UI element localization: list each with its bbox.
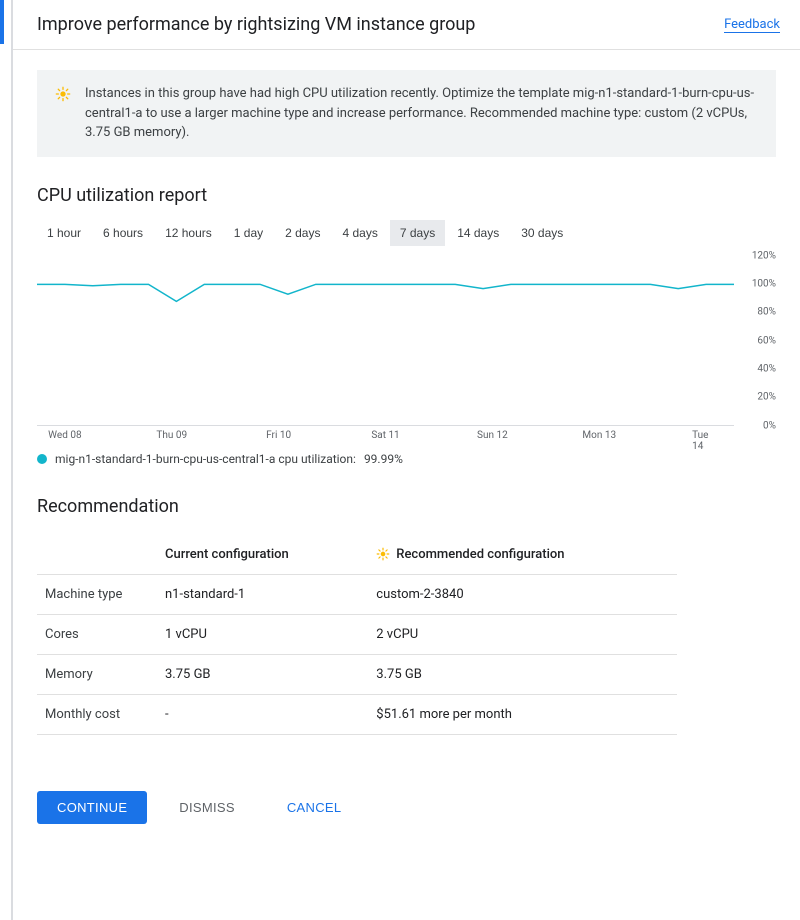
row-current: n1-standard-1 [157, 574, 368, 614]
x-axis-tick: Fri 10 [266, 430, 291, 441]
table-row: Monthly cost-$51.61 more per month [37, 694, 677, 734]
y-axis-tick: 60% [757, 335, 776, 346]
row-recommended: custom-2-3840 [368, 574, 677, 614]
table-header-current: Current configuration [157, 535, 368, 575]
row-recommended: 3.75 GB [368, 654, 677, 694]
row-recommended: 2 vCPU [368, 614, 677, 654]
y-axis-labels: 0%20%40%60%80%100%120% [738, 256, 776, 426]
row-recommended: $51.61 more per month [368, 694, 677, 734]
chart-legend: mig-n1-standard-1-burn-cpu-us-central1-a… [37, 452, 776, 466]
x-axis-tick: Mon 13 [582, 430, 616, 441]
time-range-tab[interactable]: 14 days [447, 220, 509, 246]
background-page-sliver [0, 0, 12, 920]
x-axis-tick: Wed 08 [48, 430, 81, 441]
time-range-tab[interactable]: 1 hour [37, 220, 91, 246]
row-current: 1 vCPU [157, 614, 368, 654]
y-axis-tick: 80% [757, 307, 776, 318]
y-axis-tick: 120% [752, 250, 776, 261]
recommendation-alert: Instances in this group have had high CP… [37, 70, 776, 157]
table-row: Machine typen1-standard-1custom-2-3840 [37, 574, 677, 614]
row-label: Machine type [37, 574, 157, 614]
y-axis-tick: 100% [752, 278, 776, 289]
y-axis-tick: 20% [757, 392, 776, 403]
row-label: Cores [37, 614, 157, 654]
y-axis-tick: 0% [763, 420, 776, 431]
table-header-recommended: Recommended configuration [368, 535, 677, 575]
time-range-tab[interactable]: 30 days [511, 220, 573, 246]
time-range-tab[interactable]: 2 days [275, 220, 330, 246]
row-current: 3.75 GB [157, 654, 368, 694]
row-current: - [157, 694, 368, 734]
feedback-link[interactable]: Feedback [724, 17, 780, 33]
recommendation-panel: Improve performance by rightsizing VM in… [12, 0, 800, 920]
row-label: Monthly cost [37, 694, 157, 734]
table-header-recommended-label: Recommended configuration [396, 547, 564, 562]
cancel-button[interactable]: Cancel [267, 791, 362, 824]
recommendation-icon [55, 86, 71, 102]
action-bar: Continue Dismiss Cancel [37, 791, 776, 824]
row-label: Memory [37, 654, 157, 694]
table-row: Cores1 vCPU2 vCPU [37, 614, 677, 654]
legend-value: 99.99% [364, 452, 403, 466]
panel-title: Improve performance by rightsizing VM in… [37, 14, 475, 35]
y-axis-tick: 40% [757, 363, 776, 374]
alert-text: Instances in this group have had high CP… [85, 84, 758, 143]
x-axis-tick: Tue 14 [692, 430, 720, 452]
table-row: Memory3.75 GB3.75 GB [37, 654, 677, 694]
panel-content: Instances in this group have had high CP… [13, 50, 800, 920]
table-header-empty [37, 535, 157, 575]
cpu-chart: 0%20%40%60%80%100%120% Wed 08Thu 09Fri 1… [37, 256, 776, 446]
recommendation-icon [376, 547, 390, 561]
dismiss-button[interactable]: Dismiss [159, 791, 255, 824]
legend-label: mig-n1-standard-1-burn-cpu-us-central1-a… [55, 452, 356, 466]
x-axis-tick: Sat 11 [371, 430, 399, 441]
x-axis-labels: Wed 08Thu 09Fri 10Sat 11Sun 12Mon 13Tue … [37, 430, 734, 446]
legend-color-dot [37, 454, 47, 464]
recommendation-table: Current configuration [37, 535, 677, 735]
time-range-tab[interactable]: 7 days [390, 220, 445, 246]
x-axis-tick: Thu 09 [156, 430, 187, 441]
x-axis-tick: Sun 12 [477, 430, 508, 441]
time-range-tab[interactable]: 1 day [224, 220, 273, 246]
time-range-tabs: 1 hour6 hours12 hours1 day2 days4 days7 … [37, 220, 776, 246]
recommendation-heading: Recommendation [37, 496, 776, 517]
time-range-tab[interactable]: 6 hours [93, 220, 153, 246]
panel-header: Improve performance by rightsizing VM in… [13, 0, 800, 50]
continue-button[interactable]: Continue [37, 791, 147, 824]
cpu-report-heading: CPU utilization report [37, 185, 776, 206]
time-range-tab[interactable]: 12 hours [155, 220, 222, 246]
cpu-chart-svg [37, 256, 734, 426]
time-range-tab[interactable]: 4 days [332, 220, 387, 246]
